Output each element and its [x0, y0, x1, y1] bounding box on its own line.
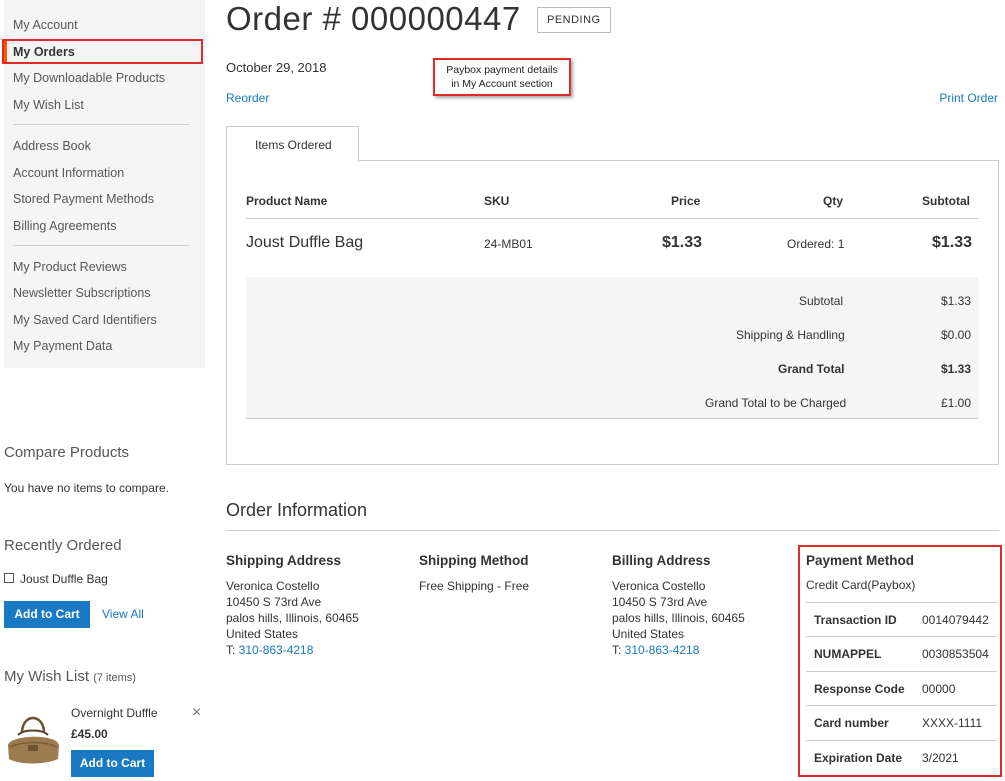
- item-qty: Ordered: 1: [787, 237, 845, 251]
- billing-name: Veronica Costello: [612, 579, 706, 593]
- totals-charged-value: £1.00: [941, 396, 972, 410]
- totals-shipping-value: $0.00: [941, 328, 972, 342]
- shipping-method-value: Free Shipping - Free: [419, 579, 530, 593]
- payment-row-label: Expiration Date: [814, 751, 903, 765]
- payment-method-name: Credit Card(Paybox): [806, 578, 916, 592]
- nav-my-product-reviews[interactable]: My Product Reviews: [13, 260, 127, 274]
- nav-billing-agreements[interactable]: Billing Agreements: [13, 219, 117, 233]
- shipping-street: 10450 S 73rd Ave: [226, 595, 322, 609]
- overnight-duffle-image[interactable]: [4, 705, 62, 765]
- totals-grand-total-label: Grand Total: [778, 362, 845, 376]
- item-sku: 24-MB01: [484, 237, 533, 251]
- payment-row-numappel: NUMAPPEL 0030853504: [806, 636, 997, 670]
- recent-item-checkbox[interactable]: [4, 573, 14, 583]
- col-sku: SKU: [484, 194, 510, 208]
- payment-row-transaction-id: Transaction ID 0014079442: [806, 602, 997, 636]
- billing-address-title: Billing Address: [612, 553, 711, 568]
- callout-line-1: Paybox payment details: [446, 64, 558, 76]
- nav-my-wish-list[interactable]: My Wish List: [13, 98, 84, 112]
- shipping-address-title: Shipping Address: [226, 553, 342, 568]
- wishlist-add-to-cart-button[interactable]: Add to Cart: [71, 750, 154, 777]
- col-price: Price: [671, 194, 701, 208]
- nav-stored-payment-methods[interactable]: Stored Payment Methods: [13, 192, 154, 206]
- nav-my-downloadable-products[interactable]: My Downloadable Products: [13, 71, 165, 85]
- compare-empty-text: You have no items to compare.: [4, 481, 169, 495]
- wishlist-item-name[interactable]: Overnight Duffle: [71, 706, 158, 720]
- billing-phone-line: T: 310-863-4218: [612, 642, 745, 658]
- close-icon[interactable]: ×: [192, 704, 201, 722]
- billing-country: United States: [612, 627, 685, 641]
- wishlist-count: (7 items): [93, 672, 136, 684]
- page-title: Order # 000000447: [226, 0, 521, 37]
- nav-address-book[interactable]: Address Book: [13, 139, 91, 153]
- payment-row-label: Card number: [814, 716, 889, 730]
- payment-row-value: XXXX-1111: [922, 716, 983, 730]
- totals-shipping-label: Shipping & Handling: [736, 328, 845, 342]
- nav-divider: [13, 124, 189, 125]
- totals-charged-label: Grand Total to be Charged: [705, 396, 847, 410]
- col-qty: Qty: [823, 194, 844, 208]
- col-product-name: Product Name: [246, 194, 328, 208]
- col-subtotal: Subtotal: [922, 194, 970, 208]
- print-order-link[interactable]: Print Order: [939, 91, 998, 105]
- nav-newsletter-subscriptions[interactable]: Newsletter Subscriptions: [13, 286, 151, 300]
- reorder-link[interactable]: Reorder: [226, 91, 269, 105]
- order-status-badge: PENDING: [537, 7, 611, 33]
- billing-city: palos hills, Illinois, 60465: [612, 611, 745, 625]
- annotation-callout: Paybox payment details in My Account sec…: [433, 58, 571, 96]
- order-information-divider: [226, 530, 999, 531]
- recent-item-name[interactable]: Joust Duffle Bag: [20, 572, 108, 586]
- payment-row-value: 00000: [922, 682, 956, 696]
- payment-row-label: NUMAPPEL: [814, 647, 882, 661]
- nav-account-information[interactable]: Account Information: [13, 166, 124, 180]
- payment-row-card-number: Card number XXXX-1111: [806, 705, 997, 739]
- payment-row-expiration-date: Expiration Date 3/2021: [806, 740, 997, 774]
- payment-method-title: Payment Method: [806, 553, 915, 568]
- nav-divider: [13, 245, 189, 246]
- shipping-phone-prefix: T:: [226, 643, 239, 657]
- shipping-name: Veronica Costello: [226, 579, 320, 593]
- nav-my-orders[interactable]: My Orders: [13, 45, 75, 59]
- order-information-title: Order Information: [226, 500, 368, 520]
- wishlist-item-price: £45.00: [71, 727, 108, 741]
- shipping-method-title: Shipping Method: [419, 553, 529, 568]
- order-date: October 29, 2018: [226, 60, 327, 75]
- nav-my-saved-card-identifiers[interactable]: My Saved Card Identifiers: [13, 313, 157, 327]
- payment-row-value: 0030853504: [922, 647, 989, 661]
- recently-ordered-title: Recently Ordered: [4, 537, 122, 554]
- billing-phone-prefix: T:: [612, 643, 625, 657]
- nav-my-payment-data[interactable]: My Payment Data: [13, 339, 112, 353]
- totals-grand-total-value: $1.33: [941, 362, 972, 376]
- item-product-name: Joust Duffle Bag: [246, 234, 364, 251]
- billing-phone-link[interactable]: 310-863-4218: [625, 643, 700, 657]
- payment-row-value: 0014079442: [922, 613, 989, 627]
- table-header-divider: [246, 218, 979, 219]
- nav-my-account[interactable]: My Account: [13, 18, 78, 32]
- view-all-link[interactable]: View All: [102, 607, 144, 621]
- shipping-phone-line: T: 310-863-4218: [226, 642, 359, 658]
- shipping-phone-link[interactable]: 310-863-4218: [239, 643, 314, 657]
- totals-subtotal-label: Subtotal: [799, 294, 844, 308]
- shipping-city: palos hills, Illinois, 60465: [226, 611, 359, 625]
- payment-row-value: 3/2021: [922, 751, 959, 765]
- payment-row-response-code: Response Code 00000: [806, 671, 997, 705]
- shipping-country: United States: [226, 627, 299, 641]
- recent-add-to-cart-button[interactable]: Add to Cart: [4, 601, 90, 628]
- callout-line-2: in My Account section: [451, 78, 553, 90]
- compare-products-title: Compare Products: [4, 444, 130, 461]
- tab-items-ordered[interactable]: Items Ordered: [226, 126, 359, 162]
- item-price: $1.33: [662, 234, 703, 251]
- payment-row-label: Response Code: [814, 682, 905, 696]
- shipping-address: Veronica Costello 10450 S 73rd Ave palos…: [226, 578, 359, 658]
- billing-address: Veronica Costello 10450 S 73rd Ave palos…: [612, 578, 745, 658]
- totals-subtotal-value: $1.33: [941, 294, 972, 308]
- payment-row-label: Transaction ID: [814, 613, 897, 627]
- item-subtotal: $1.33: [932, 234, 973, 251]
- order-totals: [246, 277, 979, 419]
- wishlist-title: My Wish List (7 items): [4, 668, 136, 685]
- wishlist-title-text: My Wish List: [4, 668, 90, 685]
- billing-street: 10450 S 73rd Ave: [612, 595, 708, 609]
